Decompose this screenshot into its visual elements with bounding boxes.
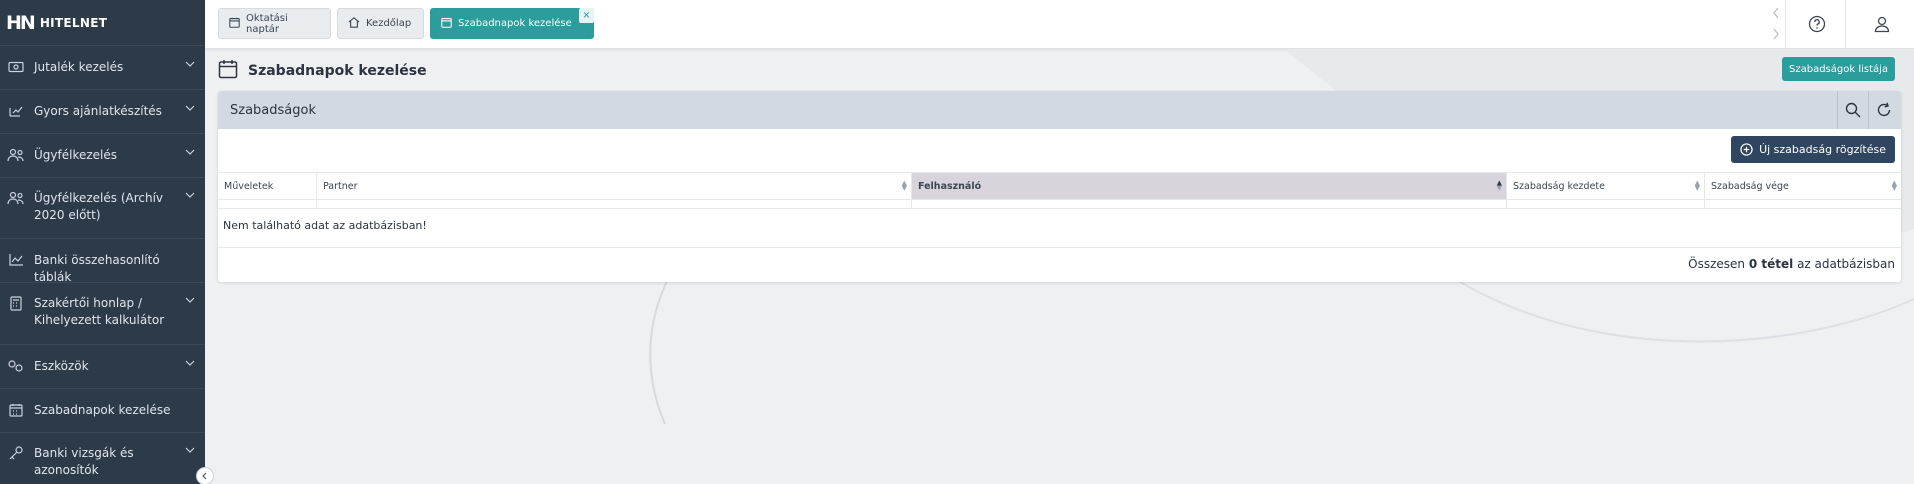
sidebar-item-eszkozok[interactable]: Eszközök (0, 345, 205, 389)
sidebar-item-szakertoi-honlap[interactable]: Szakértői honlap / Kihelyezett kalkuláto… (0, 283, 205, 345)
column-label: Szabadság kezdete (1513, 180, 1605, 192)
sidebar-item-label: Eszközök (34, 359, 89, 373)
calendar-icon (441, 17, 452, 31)
search-icon (1845, 102, 1861, 118)
sort-icon: ▲ ▼ (1694, 179, 1700, 192)
column-label: Partner (323, 180, 358, 192)
tab-label: Szabadnapok kezelése (458, 18, 572, 29)
key-icon (6, 445, 26, 461)
column-header-muveletek: Műveletek (218, 173, 317, 199)
tab-kezdolap[interactable]: Kezdőlap (337, 8, 424, 39)
column-header-szabadsag-vege[interactable]: Szabadság vége ▲ ▼ (1705, 173, 1901, 199)
column-header-felhasznalo[interactable]: Felhasználó ▲ ▼ (912, 173, 1507, 199)
chevron-right-icon[interactable] (1772, 28, 1780, 43)
tab-label: Oktatási naptár (246, 12, 288, 35)
calendar-icon (229, 17, 240, 31)
filter-cell-vege[interactable] (1705, 200, 1901, 208)
total-count: Összesen 0 tétel az adatbázisban (1688, 257, 1895, 271)
card-title: Szabadságok (230, 102, 316, 118)
home-icon (348, 16, 360, 31)
edit-chart-icon (6, 103, 26, 119)
total-prefix: Összesen (1688, 257, 1746, 271)
chevron-down-icon (185, 103, 197, 114)
page-header: Szabadnapok kezelése (218, 59, 427, 82)
sidebar-item-jutalek[interactable]: Jutalék kezelés (0, 46, 205, 90)
column-label: Szabadság vége (1711, 180, 1789, 192)
chevron-down-icon (185, 295, 197, 306)
vacation-list-button[interactable]: Szabadságok listája (1782, 57, 1896, 81)
logo-mark: HN (6, 11, 36, 34)
sidebar-item-label: Gyors ajánlatkészítés (34, 104, 162, 118)
new-vacation-label: Új szabadság rögzítése (1759, 143, 1886, 156)
filter-cell-kezdete[interactable] (1507, 200, 1705, 208)
filter-cell (218, 200, 317, 208)
close-icon[interactable]: × (579, 8, 594, 23)
chevron-down-icon (185, 358, 197, 369)
logo-text: HITELNET (39, 15, 108, 30)
sidebar-item-label: Banki összehasonlító táblák (34, 253, 160, 284)
divider (218, 247, 1901, 248)
calculator-icon (6, 295, 26, 311)
logo[interactable]: HN HITELNET (0, 0, 205, 46)
search-button[interactable] (1837, 91, 1868, 129)
users-icon (6, 147, 26, 163)
sidebar: HN HITELNET Jutalék kezelés Gyors ajánla… (0, 0, 205, 484)
chevron-down-icon (185, 190, 197, 201)
sidebar-item-label: Jutalék kezelés (34, 60, 124, 74)
calendar-icon (218, 59, 238, 82)
empty-message: Nem található adat az adatbázisban! (223, 219, 427, 232)
sidebar-item-label: Ügyfélkezelés (Archív 2020 előtt) (34, 191, 164, 222)
filter-row (218, 200, 1901, 209)
tools-icon (6, 358, 26, 374)
total-value: 0 tétel (1748, 257, 1794, 271)
card-header: Szabadságok (218, 91, 1901, 129)
vacations-card: Szabadságok Új szabadság rögzítése Művel… (218, 91, 1901, 282)
page-title: Szabadnapok kezelése (248, 62, 427, 79)
filter-cell-partner[interactable] (317, 200, 912, 208)
chevron-down-icon (185, 445, 197, 456)
sidebar-item-szabadnapok[interactable]: Szabadnapok kezelése (0, 389, 205, 433)
sort-asc-icon: ▲ ▼ (1496, 179, 1502, 192)
sidebar-item-label: Szakértői honlap / Kihelyezett kalkuláto… (34, 296, 165, 327)
sidebar-item-label: Szabadnapok kezelése (34, 403, 171, 417)
divider (1785, 0, 1786, 49)
column-header-szabadsag-kezdete[interactable]: Szabadság kezdete ▲ ▼ (1507, 173, 1705, 199)
sidebar-item-banki-osszehasonlito[interactable]: Banki összehasonlító táblák (0, 239, 205, 284)
refresh-icon (1877, 102, 1891, 117)
new-vacation-button[interactable]: Új szabadság rögzítése (1731, 136, 1895, 163)
filter-cell-felhasznalo[interactable] (912, 200, 1507, 208)
column-label: Műveletek (224, 180, 274, 192)
chevron-down-icon (185, 59, 197, 70)
top-bar: Oktatási naptár Kezdőlap Szabadnapok kez… (205, 0, 1914, 49)
tab-label: Kezdőlap (366, 18, 412, 29)
column-label: Felhasználó (918, 180, 982, 192)
sidebar-item-ugyfelkezeles[interactable]: Ügyfélkezelés (0, 134, 205, 178)
total-suffix: az adatbázisban (1797, 257, 1895, 271)
line-chart-icon (6, 252, 26, 268)
money-icon (6, 59, 26, 75)
sort-icon: ▲ ▼ (1891, 179, 1897, 192)
sidebar-item-ugyfelkezeles-archiv[interactable]: Ügyfélkezelés (Archív 2020 előtt) (0, 178, 205, 239)
table-header: Műveletek Partner ▲ ▼ Felhasználó ▲ ▼ Szab… (218, 172, 1901, 200)
sidebar-item-gyors-ajanlat[interactable]: Gyors ajánlatkészítés (0, 90, 205, 134)
user-icon[interactable] (1870, 12, 1894, 36)
sidebar-item-banki-vizsgak[interactable]: Banki vizsgák és azonosítók (0, 433, 205, 484)
plus-circle-icon (1740, 143, 1753, 156)
column-header-partner[interactable]: Partner ▲ ▼ (317, 173, 912, 199)
sidebar-item-label: Ügyfélkezelés (34, 148, 117, 162)
users-icon (6, 190, 26, 206)
refresh-button[interactable] (1868, 91, 1899, 129)
sort-icon: ▲ ▼ (901, 179, 907, 192)
calendar-icon (6, 402, 26, 418)
tab-szabadnapok-kezelese[interactable]: Szabadnapok kezelése × (430, 8, 594, 39)
chevron-left-icon[interactable] (1772, 7, 1780, 22)
sidebar-item-label: Banki vizsgák és azonosítók (34, 446, 134, 477)
chevron-down-icon (185, 147, 197, 158)
tab-oktatasi-naptar[interactable]: Oktatási naptár (218, 8, 331, 39)
divider (1845, 0, 1846, 49)
help-icon[interactable] (1805, 12, 1829, 36)
